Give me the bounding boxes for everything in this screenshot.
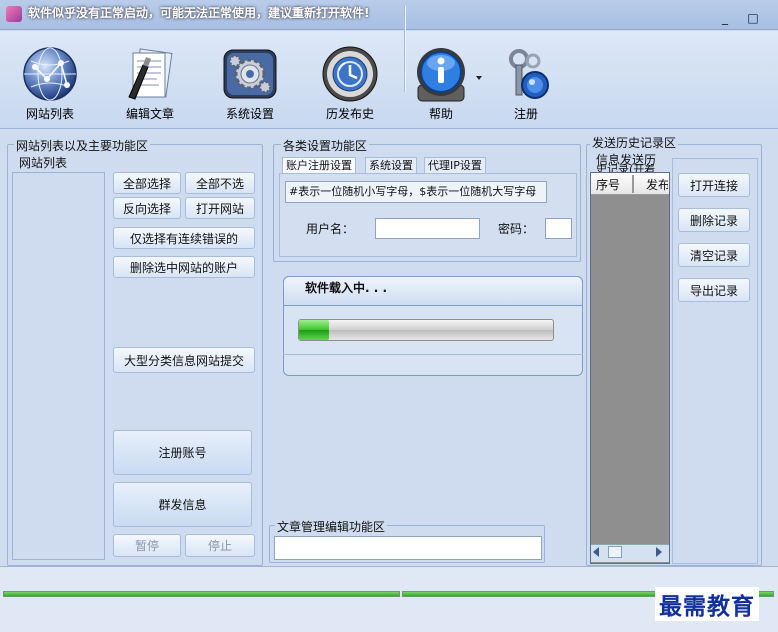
scroll-right-icon[interactable] [656, 547, 662, 557]
toolbar-label: 网站列表 [25, 107, 74, 121]
keys-register-icon [509, 49, 549, 99]
column-divider[interactable] [632, 175, 634, 193]
toolbar-label: 系统设置 [225, 107, 274, 121]
username-input[interactable] [375, 218, 480, 239]
invert-selection-button[interactable]: 反向选择 [113, 197, 181, 219]
loading-dialog-divider [283, 354, 583, 355]
delete-record-button[interactable]: 删除记录 [678, 208, 750, 232]
loading-progress-bar [298, 319, 554, 341]
clock-history-icon [322, 46, 378, 102]
toolbar-site-list-button[interactable]: 网站列表 [18, 31, 82, 129]
watermark-text: 最需教育 [655, 587, 759, 621]
minimize-button[interactable]: _ [718, 12, 732, 24]
password-input[interactable] [545, 218, 572, 239]
gear-settings-icon [223, 49, 277, 99]
site-list-title: 网站列表 [17, 154, 70, 171]
select-all-button[interactable]: 全部选择 [113, 172, 181, 194]
pause-button[interactable]: 暂停 [113, 534, 181, 557]
app-icon [6, 6, 22, 22]
toolbar [0, 31, 778, 129]
article-editor[interactable] [274, 536, 542, 560]
main-function-panel-title: 网站列表以及主要功能区 [14, 137, 151, 154]
select-none-button[interactable]: 全部不选 [185, 172, 255, 194]
delete-site-accounts-button[interactable]: 删除选中网站的账户 [113, 256, 255, 278]
select-error-sites-button[interactable]: 仅选择有连续错误的 [113, 227, 255, 249]
tab-system-settings[interactable]: 系统设置 [365, 157, 417, 173]
tab-proxy-ip[interactable]: 代理IP设置 [424, 157, 486, 173]
open-site-button[interactable]: 打开网站 [185, 197, 255, 219]
loading-progress-fill [299, 320, 329, 340]
history-panel-title: 发送历史记录区 [590, 134, 679, 151]
export-records-button[interactable]: 导出记录 [678, 278, 750, 302]
history-col-index: 序号 [596, 178, 621, 192]
history-col-publish: 发布 [646, 178, 668, 192]
classified-submit-button[interactable]: 大型分类信息网站提交 [113, 347, 255, 373]
open-link-button[interactable]: 打开连接 [678, 173, 750, 197]
tab-account-registration[interactable]: 账户注册设置 [282, 157, 356, 173]
toolbar-label: 历发布史 [325, 107, 374, 121]
help-dropdown-arrow-icon[interactable] [476, 76, 482, 80]
random-pattern-hint: #表示一位随机小写字母，$表示一位随机大写字母 [285, 181, 547, 203]
status-progress-left [3, 591, 400, 597]
article-panel-title: 文章管理编辑功能区 [275, 518, 388, 535]
scroll-left-icon[interactable] [593, 547, 599, 557]
username-label: 用户名： [306, 222, 355, 236]
toolbar-label: 编辑文章 [125, 107, 174, 121]
document-pen-icon [128, 48, 173, 100]
window-title: 软件似乎没有正常启动，可能无法正常使用，建议重新打开软件! [28, 6, 370, 20]
toolbar-publish-history-button[interactable]: 历发布史 [318, 31, 382, 129]
toolbar-label: 帮助 [428, 107, 453, 121]
clear-records-button[interactable]: 清空记录 [678, 243, 750, 267]
toolbar-help-button[interactable]: 帮助 [412, 31, 470, 129]
maximize-button[interactable]: □ [746, 12, 760, 24]
scroll-thumb[interactable] [608, 546, 622, 558]
stop-button[interactable]: 停止 [185, 534, 255, 557]
history-table[interactable] [590, 172, 670, 564]
toolbar-edit-article-button[interactable]: 编辑文章 [118, 31, 182, 129]
register-account-button[interactable]: 注册账号 [113, 430, 252, 475]
settings-panel-title: 各类设置功能区 [281, 137, 370, 154]
globe-network-icon [23, 47, 77, 101]
toolbar-system-settings-button[interactable]: 系统设置 [218, 31, 282, 129]
mass-send-button[interactable]: 群发信息 [113, 482, 252, 527]
toolbar-label: 注册 [513, 107, 538, 121]
site-list[interactable] [12, 172, 105, 560]
toolbar-separator [404, 6, 406, 92]
history-subtitle-cont: 史记录(开着 [596, 164, 656, 172]
toolbar-register-button[interactable]: 注册 [496, 31, 556, 129]
password-label: 密码： [498, 222, 535, 236]
info-help-icon [417, 48, 465, 102]
loading-text: 软件载入中. . . [305, 281, 388, 295]
